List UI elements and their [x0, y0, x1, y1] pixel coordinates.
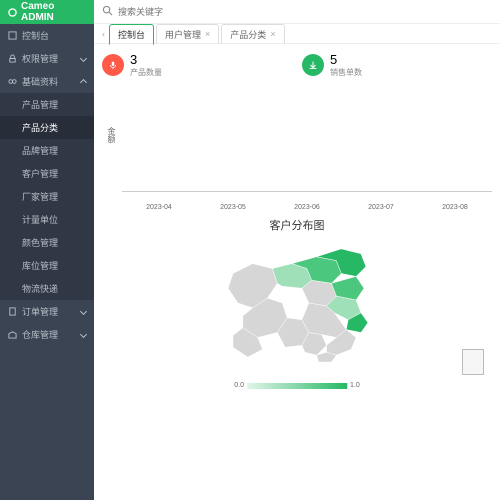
tab-category[interactable]: 产品分类 × — [221, 24, 284, 44]
tab-label: 用户管理 — [165, 28, 201, 41]
close-icon[interactable]: × — [205, 29, 210, 39]
x-tick: 2023-05 — [220, 204, 246, 211]
nav-basic[interactable]: 基础资料 — [0, 70, 94, 93]
download-icon — [302, 54, 324, 76]
brand-label: Cameo ADMIN — [21, 1, 86, 23]
sub-label: 产品分类 — [22, 121, 58, 134]
stat-products: 3 产品数量 — [102, 52, 292, 78]
sub-label: 库位管理 — [22, 259, 58, 272]
sub-label: 品牌管理 — [22, 144, 58, 157]
nav-label: 基础资料 — [22, 75, 58, 88]
x-axis: 2023-04 2023-05 2023-06 2023-07 2023-08 — [122, 204, 492, 211]
minimap — [462, 349, 484, 375]
stat-num: 3 — [130, 52, 162, 67]
nav-dashboard[interactable]: 控制台 — [0, 24, 94, 47]
sub-product[interactable]: 产品管理 — [0, 93, 94, 116]
legend-max: 1.0 — [350, 382, 360, 389]
nav-permission[interactable]: 权限管理 — [0, 47, 94, 70]
stat-sales: 5 销售单数 — [302, 52, 492, 78]
x-tick: 2023-06 — [294, 204, 320, 211]
sub-label: 计量单位 — [22, 213, 58, 226]
stat-label: 销售单数 — [330, 67, 362, 78]
sub-label: 客户管理 — [22, 167, 58, 180]
lock-icon — [8, 54, 17, 63]
tab-users[interactable]: 用户管理 × — [156, 24, 219, 44]
search-input[interactable] — [118, 7, 492, 17]
x-tick: 2023-07 — [368, 204, 394, 211]
mic-icon — [102, 54, 124, 76]
doc-icon — [8, 307, 17, 316]
tab-dashboard[interactable]: 控制台 — [109, 24, 154, 45]
link-icon — [8, 77, 17, 86]
tabs-prev-icon[interactable]: ‹ — [102, 29, 105, 39]
sub-label: 物流快递 — [22, 282, 58, 295]
y-axis-label: 金额 — [106, 127, 117, 143]
sidebar: Cameo ADMIN 控制台 权限管理 基础资料 产品管理 产品分类 品牌管理… — [0, 0, 94, 500]
brand-icon — [8, 8, 17, 17]
nav-order[interactable]: 订单管理 — [0, 300, 94, 323]
tabs: ‹ 控制台 用户管理 × 产品分类 × — [94, 24, 500, 44]
content: 3 产品数量 5 销售单数 金额 2023-04 2023-05 2023-06… — [94, 44, 500, 500]
legend-min: 0.0 — [234, 382, 244, 389]
nav-label: 仓库管理 — [22, 328, 58, 341]
sub-customer[interactable]: 客户管理 — [0, 162, 94, 185]
sub-logistics[interactable]: 物流快递 — [0, 277, 94, 300]
nav-label: 权限管理 — [22, 52, 58, 65]
legend-gradient — [247, 383, 347, 389]
brand[interactable]: Cameo ADMIN — [0, 0, 94, 24]
stat-num: 5 — [330, 52, 362, 67]
gauge-icon — [8, 31, 17, 40]
sub-color[interactable]: 颜色管理 — [0, 231, 94, 254]
nav-basic-sub: 产品管理 产品分类 品牌管理 客户管理 厂家管理 计量单位 颜色管理 库位管理 … — [0, 93, 94, 300]
tab-label: 产品分类 — [230, 28, 266, 41]
topbar — [94, 0, 500, 24]
box-icon — [8, 330, 17, 339]
sub-factory[interactable]: 厂家管理 — [0, 185, 94, 208]
sub-brand[interactable]: 品牌管理 — [0, 139, 94, 162]
close-icon[interactable]: × — [270, 29, 275, 39]
tab-label: 控制台 — [118, 28, 145, 41]
stats-row: 3 产品数量 5 销售单数 — [102, 52, 492, 78]
sub-label: 厂家管理 — [22, 190, 58, 203]
main: ‹ 控制台 用户管理 × 产品分类 × 3 产品数量 5 销售单数 — [94, 0, 500, 500]
map-title: 客户分布图 — [102, 217, 492, 233]
sub-label: 产品管理 — [22, 98, 58, 111]
nav-label: 订单管理 — [22, 305, 58, 318]
search-icon — [102, 5, 113, 19]
customer-map: 0.0 1.0 — [102, 239, 492, 389]
china-map-svg — [177, 239, 417, 367]
sub-label: 颜色管理 — [22, 236, 58, 249]
trend-chart: 金额 — [122, 84, 492, 192]
sub-category[interactable]: 产品分类 — [0, 116, 94, 139]
x-tick: 2023-04 — [146, 204, 172, 211]
sub-unit[interactable]: 计量单位 — [0, 208, 94, 231]
x-tick: 2023-08 — [442, 204, 468, 211]
map-legend: 0.0 1.0 — [234, 382, 359, 389]
nav-label: 控制台 — [22, 29, 49, 42]
sub-location[interactable]: 库位管理 — [0, 254, 94, 277]
stat-label: 产品数量 — [130, 67, 162, 78]
nav-warehouse[interactable]: 仓库管理 — [0, 323, 94, 346]
